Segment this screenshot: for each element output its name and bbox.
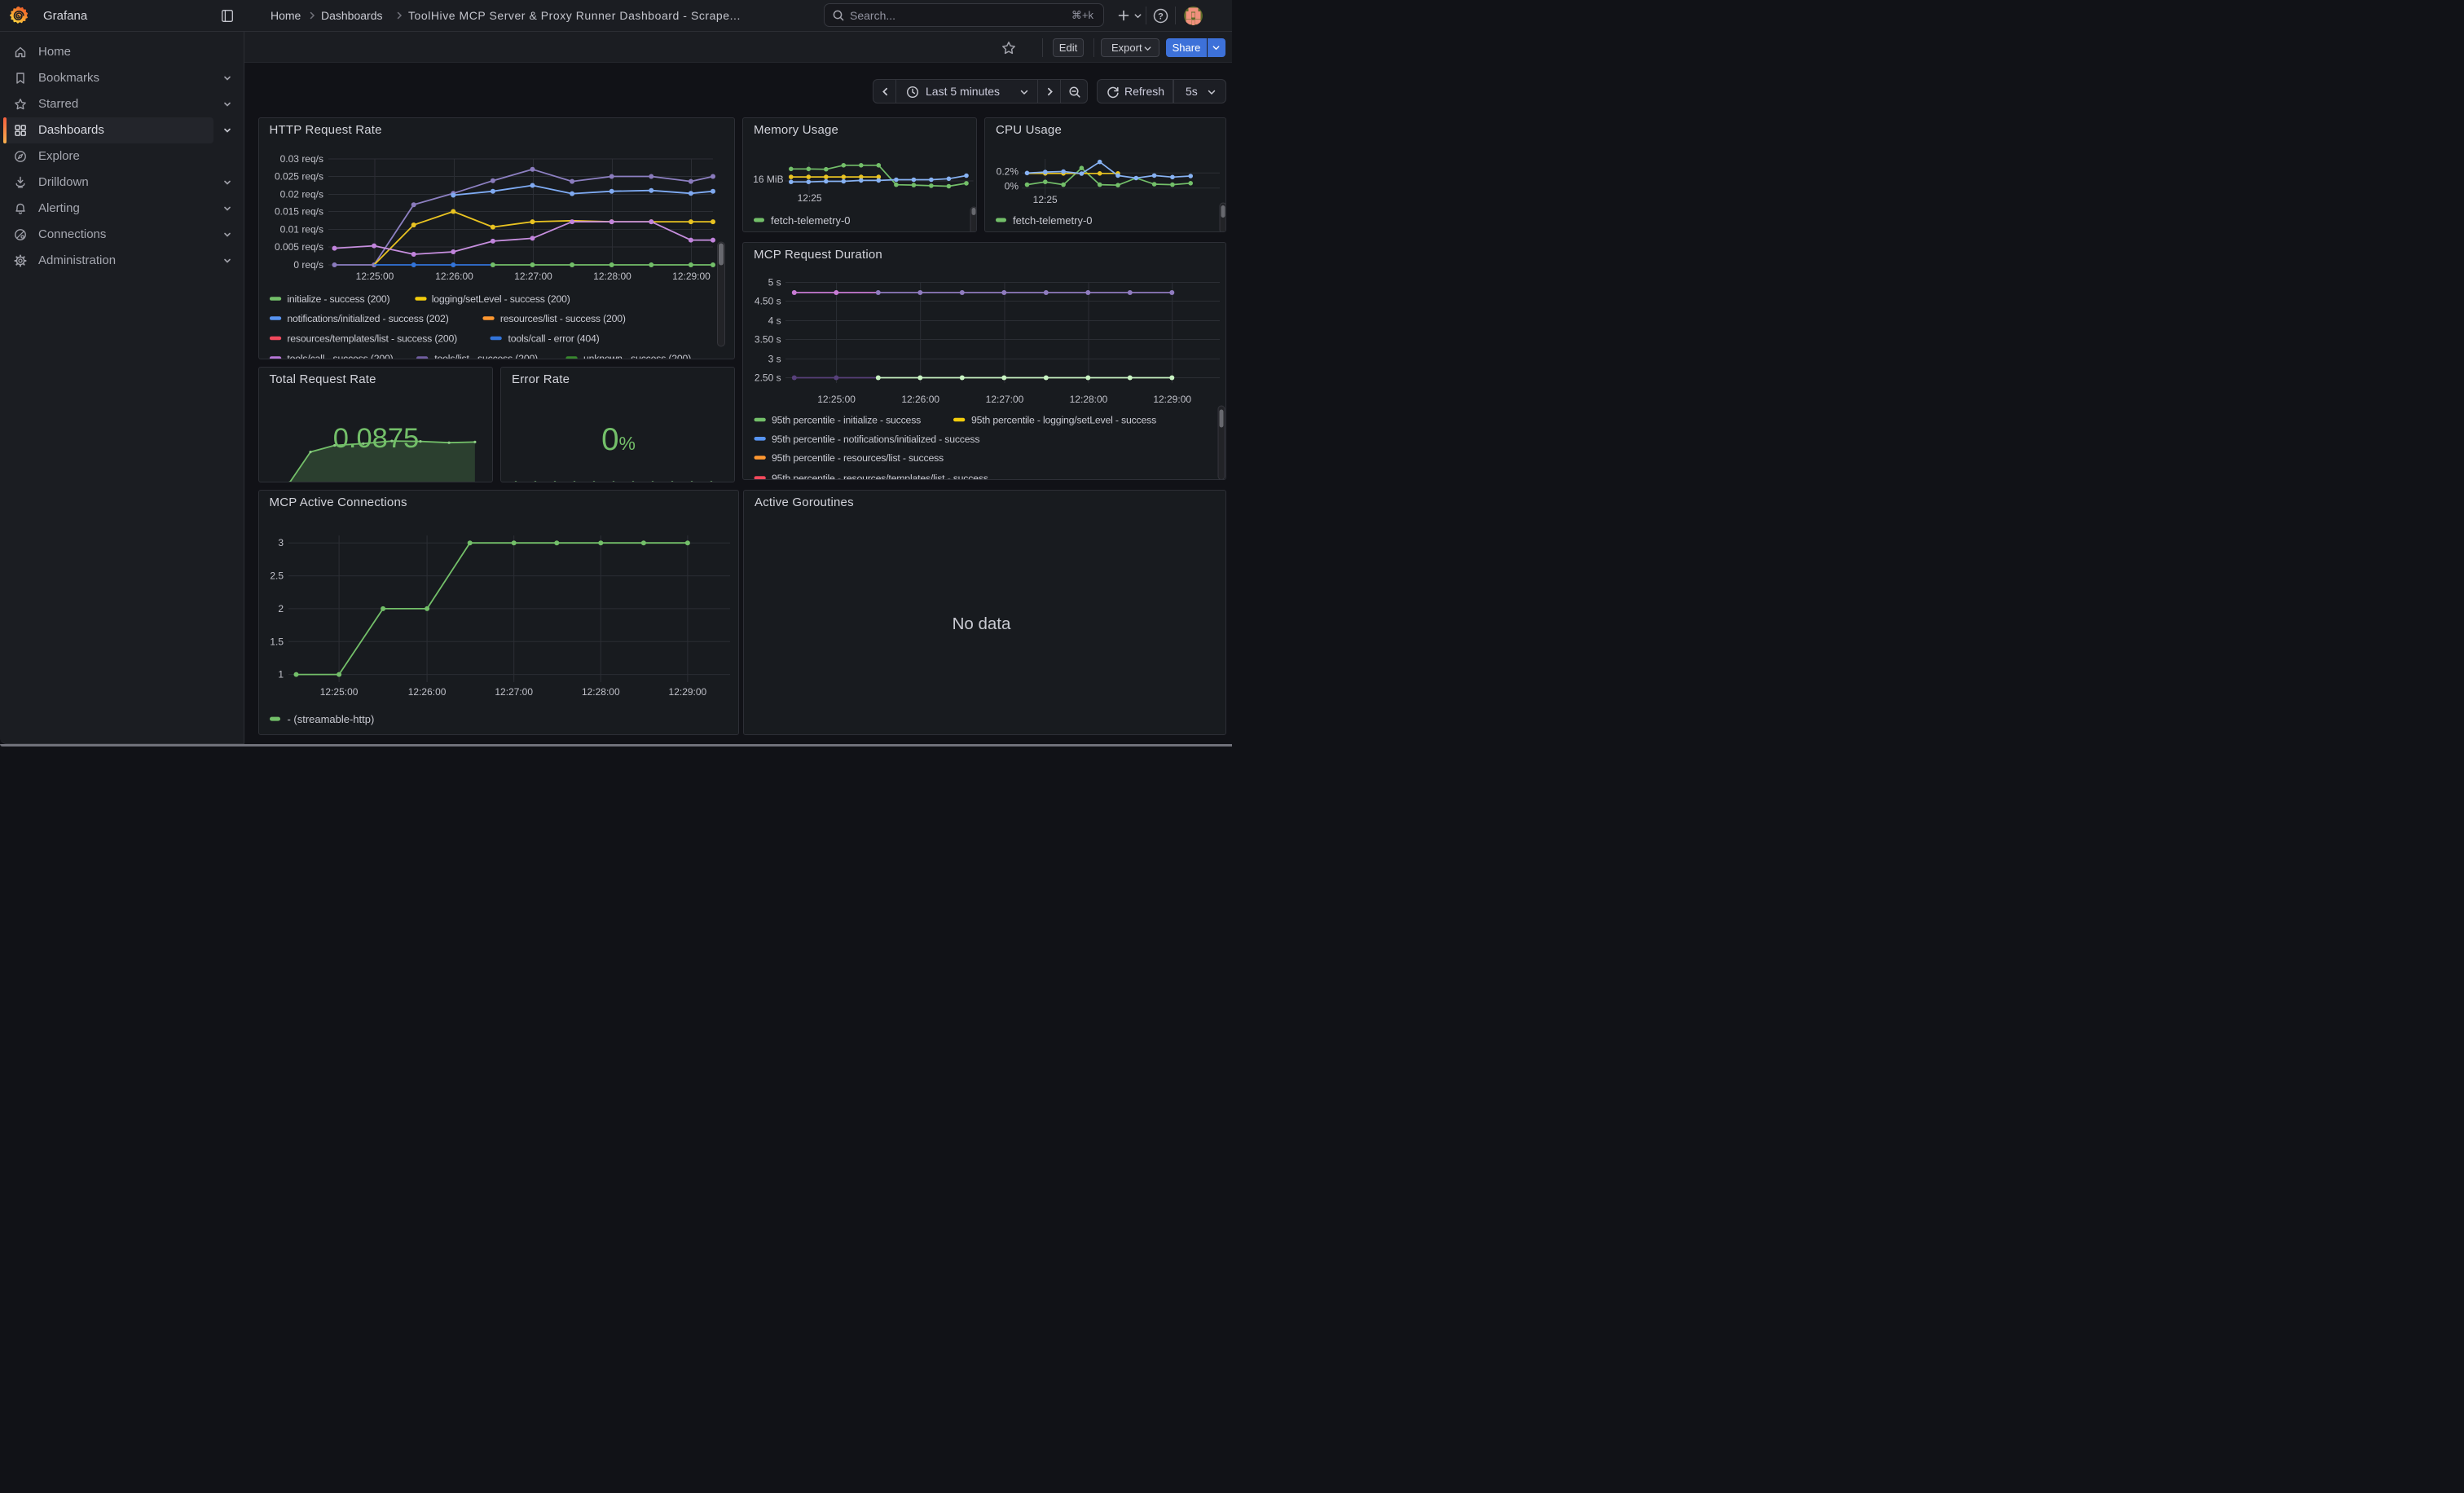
svg-text:1: 1 xyxy=(278,669,284,680)
svg-text:0.0875: 0.0875 xyxy=(332,423,418,454)
svg-text:5 s: 5 s xyxy=(768,276,781,288)
svg-text:3 s: 3 s xyxy=(768,353,781,364)
svg-text:resources/list - success (200): resources/list - success (200) xyxy=(499,313,625,324)
svg-text:95th percentile - notification: 95th percentile - notifications/initiali… xyxy=(772,433,979,444)
svg-text:12:28:00: 12:28:00 xyxy=(1070,394,1108,405)
svg-text:0.02 req/s: 0.02 req/s xyxy=(279,188,323,200)
svg-text:12:27:00: 12:27:00 xyxy=(495,686,533,698)
svg-text:3: 3 xyxy=(278,538,284,549)
svg-text:resources/templates/list - suc: resources/templates/list - success (200) xyxy=(287,333,457,344)
svg-text:12:29:00: 12:29:00 xyxy=(668,686,706,698)
svg-text:12:27:00: 12:27:00 xyxy=(986,394,1024,405)
svg-text:12:26:00: 12:26:00 xyxy=(407,686,446,698)
svg-text:95th percentile - logging/setL: 95th percentile - logging/setLevel - suc… xyxy=(971,414,1156,425)
svg-text:12:29:00: 12:29:00 xyxy=(1153,394,1191,405)
svg-text:3.50 s: 3.50 s xyxy=(755,333,781,345)
svg-text:tools/call - error (404): tools/call - error (404) xyxy=(508,333,599,344)
svg-text:0.2%: 0.2% xyxy=(997,165,1019,177)
svg-text:95th percentile - initialize -: 95th percentile - initialize - success xyxy=(772,414,921,425)
svg-text:0.015 req/s: 0.015 req/s xyxy=(274,205,323,217)
svg-text:12:28:00: 12:28:00 xyxy=(581,686,619,698)
svg-text:- (streamable-http): - (streamable-http) xyxy=(287,713,374,725)
svg-text:12:27:00: 12:27:00 xyxy=(514,271,552,282)
svg-text:12:25:00: 12:25:00 xyxy=(355,271,394,282)
svg-text:12:25:00: 12:25:00 xyxy=(319,686,358,698)
svg-text:12:25: 12:25 xyxy=(798,192,822,204)
svg-text:0.01 req/s: 0.01 req/s xyxy=(279,223,323,235)
svg-text:tools/call - success (200): tools/call - success (200) xyxy=(287,353,393,359)
svg-text:0%: 0% xyxy=(1005,180,1019,192)
svg-text:4.50 s: 4.50 s xyxy=(755,295,781,306)
svg-text:0%: 0% xyxy=(601,422,636,457)
svg-text:12:26:00: 12:26:00 xyxy=(435,271,473,282)
svg-text:0.025 req/s: 0.025 req/s xyxy=(274,170,323,182)
svg-text:95th percentile - resources/li: 95th percentile - resources/list - succe… xyxy=(772,452,944,464)
svg-text:fetch-telemetry-0: fetch-telemetry-0 xyxy=(771,214,851,227)
svg-text:?: ? xyxy=(1158,12,1164,22)
svg-text:2: 2 xyxy=(278,603,284,614)
svg-text:12:26:00: 12:26:00 xyxy=(901,394,939,405)
svg-text:12:29:00: 12:29:00 xyxy=(672,271,711,282)
svg-text:12:25:00: 12:25:00 xyxy=(817,394,856,405)
svg-text:notifications/initialized - su: notifications/initialized - success (202… xyxy=(287,313,448,324)
svg-text:tools/list - success (200): tools/list - success (200) xyxy=(434,353,538,359)
svg-text:2.5: 2.5 xyxy=(270,570,284,582)
svg-text:0.005 req/s: 0.005 req/s xyxy=(274,241,323,253)
svg-text:95th percentile - resources/te: 95th percentile - resources/templates/li… xyxy=(772,473,988,480)
svg-text:1.5: 1.5 xyxy=(270,636,284,648)
svg-text:logging/setLevel - success (20: logging/setLevel - success (200) xyxy=(431,293,570,305)
svg-text:12:28:00: 12:28:00 xyxy=(593,271,631,282)
svg-text:initialize - success (200): initialize - success (200) xyxy=(287,293,389,305)
svg-text:4 s: 4 s xyxy=(768,315,781,326)
svg-text:0 req/s: 0 req/s xyxy=(293,259,323,271)
svg-text:unknown - success (200): unknown - success (200) xyxy=(583,353,691,359)
svg-text:16 MiB: 16 MiB xyxy=(753,174,783,185)
svg-text:0.03 req/s: 0.03 req/s xyxy=(279,153,323,165)
svg-text:2.50 s: 2.50 s xyxy=(755,372,781,383)
svg-text:fetch-telemetry-0: fetch-telemetry-0 xyxy=(1013,214,1093,227)
svg-text:12:25: 12:25 xyxy=(1033,194,1058,205)
